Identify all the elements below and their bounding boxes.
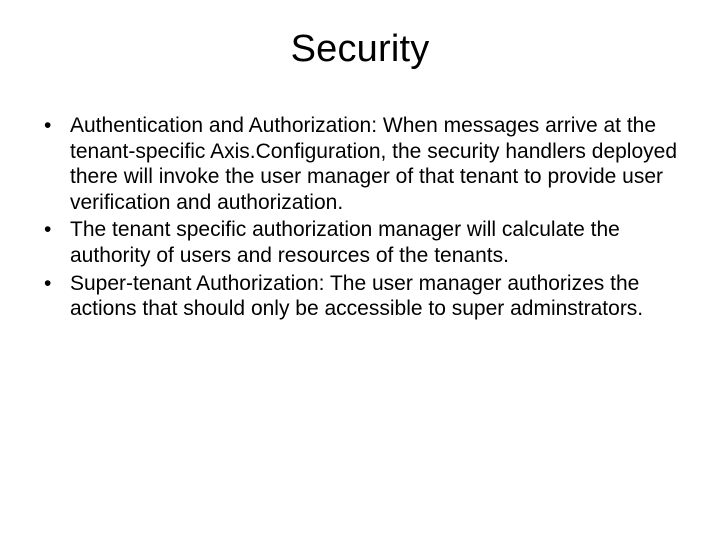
list-item: The tenant specific authorization manage… [36,217,684,268]
slide: Security Authentication and Authorizatio… [0,0,720,540]
bullet-list: Authentication and Authorization: When m… [30,113,690,322]
slide-title: Security [30,28,690,71]
list-item: Authentication and Authorization: When m… [36,113,684,215]
list-item: Super-tenant Authorization: The user man… [36,271,684,322]
